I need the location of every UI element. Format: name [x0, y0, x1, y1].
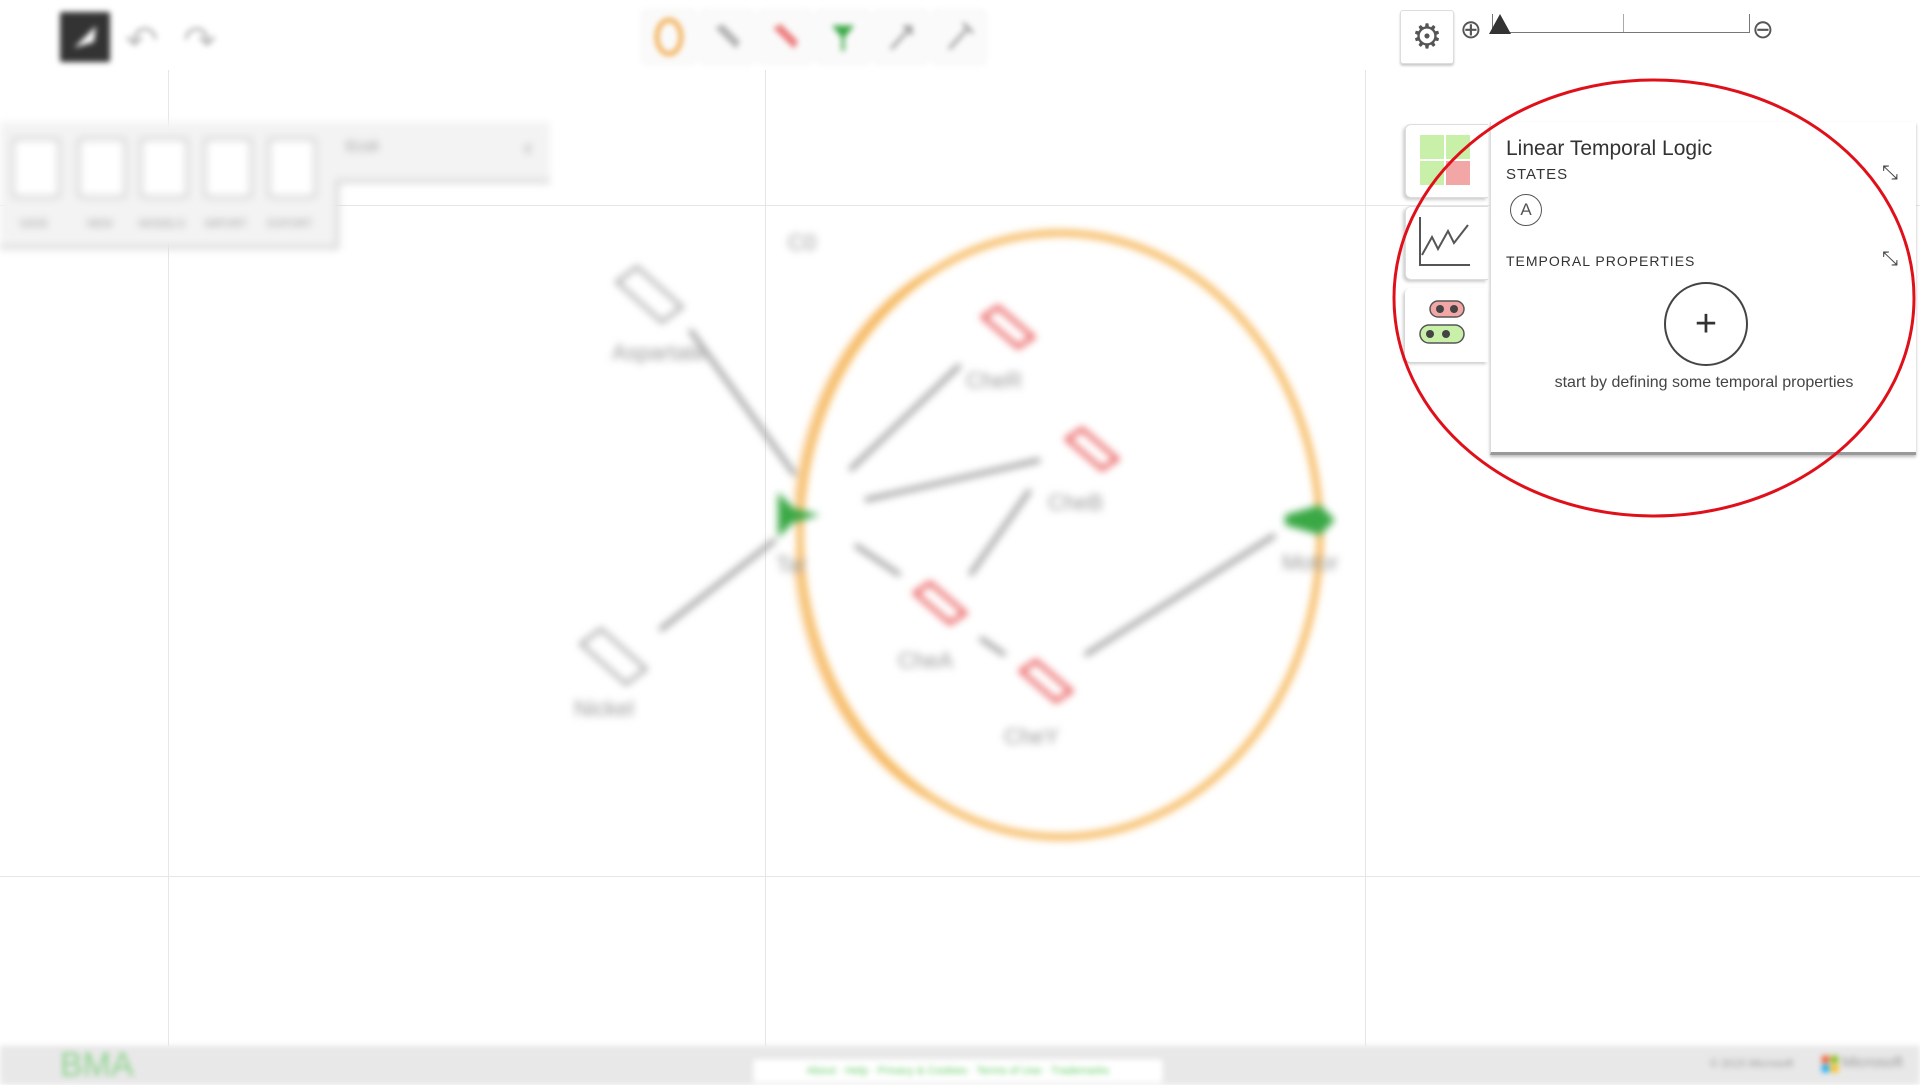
bma-logo-button[interactable]: [60, 12, 110, 62]
node-label: Aspartate: [612, 340, 707, 365]
receptor-tool[interactable]: [816, 10, 870, 64]
export-label: EXPORT: [267, 218, 313, 230]
footer-brand: Microsoft: [1842, 1054, 1903, 1071]
inhibitor-icon: [947, 21, 975, 51]
constant-tool[interactable]: [758, 10, 812, 64]
export-button[interactable]: [268, 138, 316, 198]
variable-node[interactable]: [612, 262, 692, 332]
annotation-ellipse: [1392, 78, 1916, 518]
gear-icon: ⚙: [1411, 18, 1443, 56]
variable-icon: [715, 23, 741, 49]
models-button[interactable]: [140, 138, 188, 198]
save-label: SAVE: [19, 218, 49, 230]
import-button[interactable]: [204, 138, 252, 198]
node-label: CheY: [1004, 724, 1060, 749]
new-label: NEW: [87, 218, 113, 230]
node-label: Nickel: [574, 696, 634, 721]
constant-node[interactable]: [1016, 656, 1076, 708]
microsoft-logo-icon: [1822, 1056, 1838, 1072]
activator-tool[interactable]: [874, 10, 928, 64]
node-label: CheA: [898, 648, 954, 673]
node-label: CheR: [966, 368, 1023, 393]
undo-icon[interactable]: ↶: [125, 18, 159, 64]
container-tool[interactable]: [642, 10, 696, 64]
constant-node[interactable]: [1062, 424, 1122, 476]
variable-tool[interactable]: [700, 10, 754, 64]
model-name[interactable]: Ecoli: [346, 138, 379, 155]
collapse-chevron-icon[interactable]: ‹: [524, 134, 532, 162]
constant-node[interactable]: [910, 578, 970, 630]
inhibitor-tool[interactable]: [932, 10, 986, 64]
footer-copyright: © 2015 Microsoft: [1710, 1058, 1794, 1070]
constant-icon: [773, 23, 799, 49]
bma-logo-icon: [74, 26, 96, 48]
footer-links[interactable]: About · Help · Privacy & Cookies · Terms…: [752, 1058, 1164, 1084]
redo-icon[interactable]: ↷: [183, 18, 217, 64]
zoom-in-icon[interactable]: ⊕: [1460, 14, 1482, 45]
receptor-icon: [831, 25, 855, 51]
node-label: CheB: [1048, 490, 1104, 515]
constant-node[interactable]: [978, 302, 1038, 354]
node-label: Tar: [776, 552, 807, 577]
zoom-out-icon[interactable]: ⊖: [1752, 14, 1774, 45]
variable-node[interactable]: [576, 624, 656, 694]
activator-icon: [889, 25, 913, 51]
zoom-slider-thumb[interactable]: [1489, 14, 1511, 34]
node-label: Motor: [1282, 550, 1339, 575]
footer-logo: BMA: [60, 1046, 134, 1084]
cell-icon: [655, 18, 683, 56]
save-button[interactable]: [12, 138, 60, 198]
models-label: MODELS: [138, 218, 186, 230]
zoom-slider-tick: [1623, 14, 1624, 32]
import-label: IMPORT: [204, 218, 248, 230]
settings-button[interactable]: ⚙: [1400, 10, 1454, 64]
new-button[interactable]: [78, 138, 126, 198]
zoom-slider[interactable]: [1492, 14, 1750, 33]
